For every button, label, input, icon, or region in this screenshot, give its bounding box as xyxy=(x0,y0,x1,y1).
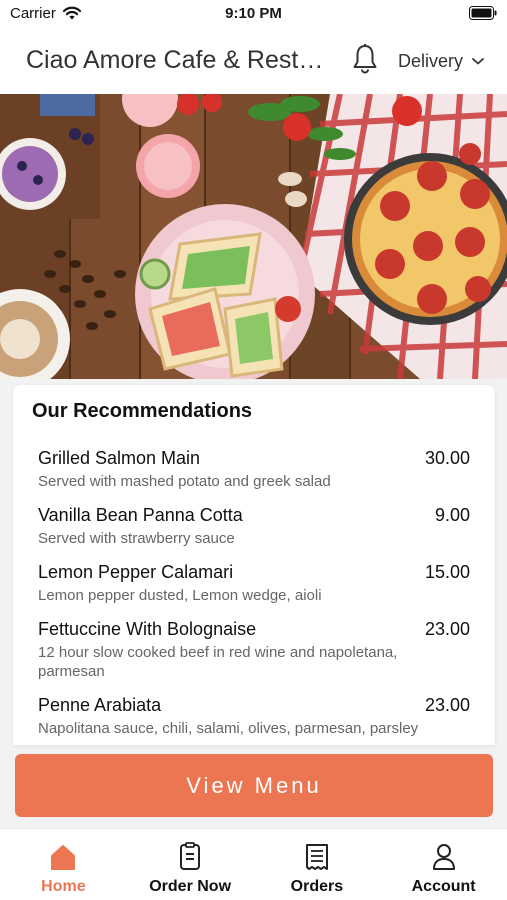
menu-item-description: 12 hour slow cooked beef in red wine and… xyxy=(38,644,398,680)
menu-item-price: 23.00 xyxy=(424,695,470,715)
menu-item[interactable]: Grilled Salmon Main 30.00 Served with ma… xyxy=(38,448,470,491)
menu-item-name: Grilled Salmon Main xyxy=(38,448,201,468)
tab-label: Order Now xyxy=(149,878,232,895)
tab-account[interactable]: Account xyxy=(380,829,507,900)
menu-item-description: Napolitana sauce, chili, salami, olives,… xyxy=(38,720,419,737)
menu-item-name: Vanilla Bean Panna Cotta xyxy=(38,505,243,525)
menu-item-price: 15.00 xyxy=(424,562,470,582)
chevron-down-icon xyxy=(472,58,484,65)
battery-icon xyxy=(469,6,497,20)
tab-label: Home xyxy=(41,878,86,895)
menu-item-name: Lemon Pepper Calamari xyxy=(38,562,234,582)
recommendations-list: Grilled Salmon Main 30.00 Served with ma… xyxy=(38,448,470,745)
bottom-tab-bar: Home Order Now Orders Account xyxy=(0,828,507,900)
home-icon xyxy=(51,845,76,870)
delivery-mode-select[interactable]: Delivery xyxy=(398,49,485,73)
status-bar: Carrier 9:10 PM xyxy=(0,0,507,28)
receipt-icon xyxy=(305,844,328,870)
menu-item[interactable]: Penne Arabiata 23.00 Napolitana sauce, c… xyxy=(38,695,470,738)
menu-item-description: Lemon pepper dusted, Lemon wedge, aioli xyxy=(38,587,322,604)
menu-item[interactable]: Lemon Pepper Calamari 15.00 Lemon pepper… xyxy=(38,562,470,605)
menu-item-price: 9.00 xyxy=(434,505,470,525)
status-time: 9:10 PM xyxy=(225,5,282,22)
menu-item-description: Served with strawberry sauce xyxy=(38,530,235,547)
tab-label: Account xyxy=(411,878,476,895)
restaurant-title: Ciao Amore Cafe & Restaurant xyxy=(26,46,331,74)
view-menu-button[interactable]: View Menu xyxy=(15,754,493,817)
menu-item[interactable]: Fettuccine With Bolognaise 23.00 12 hour… xyxy=(38,619,470,681)
menu-item[interactable]: Vanilla Bean Panna Cotta 9.00 Served wit… xyxy=(38,505,470,548)
recommendations-title: Our Recommendations xyxy=(32,400,253,422)
tab-home[interactable]: Home xyxy=(0,829,127,900)
app-header: Ciao Amore Cafe & Restaurant Delivery xyxy=(0,28,507,94)
menu-item-name: Penne Arabiata xyxy=(38,695,162,715)
recommendations-card: Our Recommendations Grilled Salmon Main … xyxy=(13,385,495,745)
order-icon xyxy=(180,842,201,870)
menu-item-price: 30.00 xyxy=(424,448,470,468)
menu-item-name: Fettuccine With Bolognaise xyxy=(38,619,257,639)
tab-label: Orders xyxy=(290,878,344,895)
tab-orders[interactable]: Orders xyxy=(254,829,381,900)
menu-item-description: Served with mashed potato and greek sala… xyxy=(38,473,331,490)
tab-order-now[interactable]: Order Now xyxy=(127,829,254,900)
menu-item-price: 23.00 xyxy=(424,619,470,639)
delivery-mode-label: Delivery xyxy=(398,50,464,71)
person-icon xyxy=(432,844,455,870)
hero-food-image xyxy=(0,94,507,379)
bell-icon[interactable] xyxy=(351,43,379,75)
